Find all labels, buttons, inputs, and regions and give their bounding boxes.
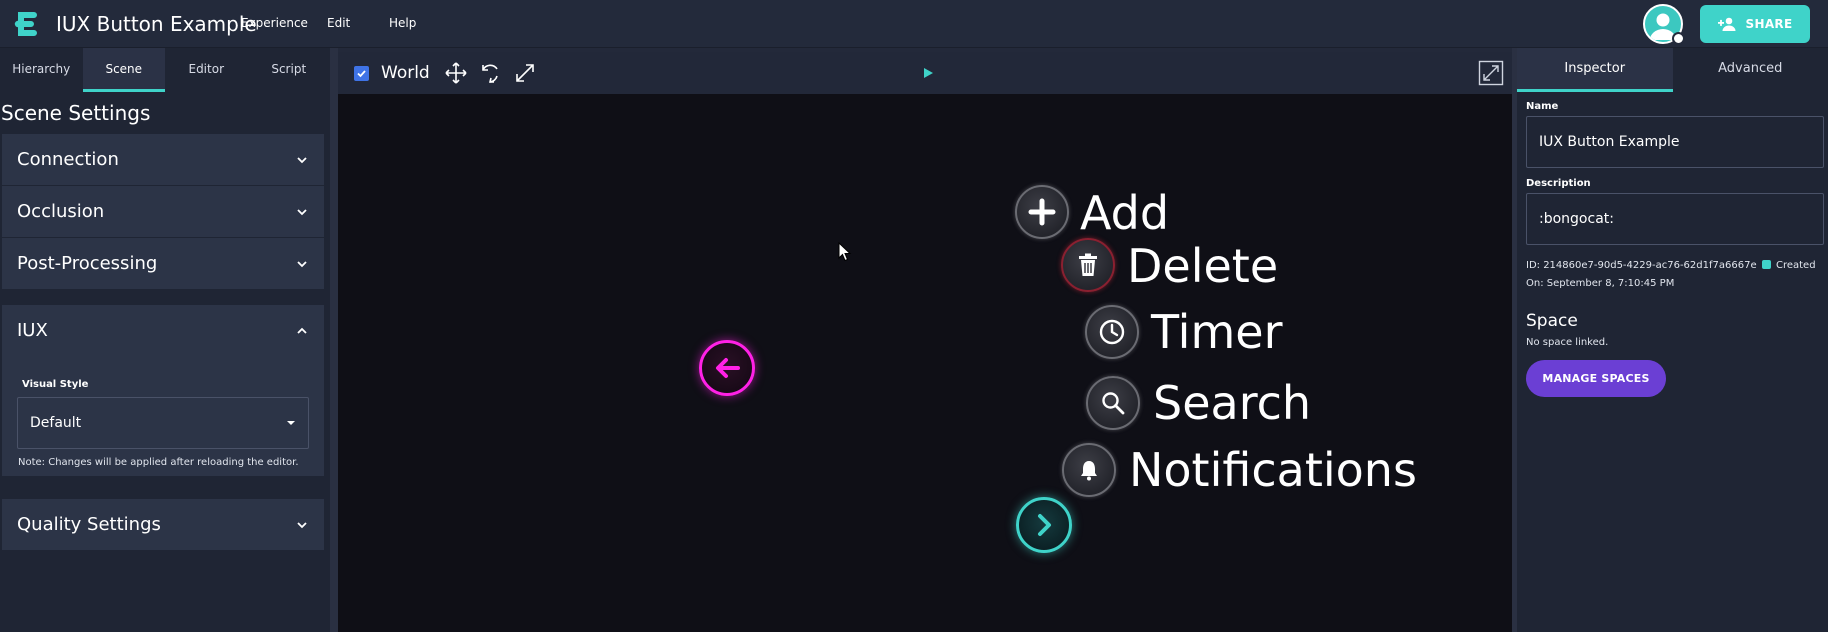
chevron-down-icon: [297, 260, 307, 267]
visual-style-select[interactable]: Default: [17, 397, 309, 449]
notifications-button[interactable]: [1062, 443, 1116, 497]
copy-icon[interactable]: [1761, 260, 1771, 269]
accordion-iux: IUX Visual Style Default Note: Changes w…: [2, 305, 324, 477]
scene-viewport[interactable]: Add Delete Timer Search Notifications: [338, 94, 1512, 632]
visual-style-note: Note: Changes will be applied after relo…: [18, 457, 299, 468]
bell-icon: [1081, 461, 1097, 481]
accordion-quality-settings-label: Quality Settings: [17, 514, 161, 535]
name-field[interactable]: IUX Button Example: [1526, 116, 1824, 168]
tab-advanced[interactable]: Advanced: [1673, 48, 1828, 92]
accordion-iux-label: IUX: [17, 320, 48, 341]
world-label: World: [381, 63, 430, 83]
add-user-icon: [1717, 17, 1736, 31]
menu-edit[interactable]: Edit: [327, 16, 350, 30]
add-label: Add: [1080, 186, 1170, 240]
notifications-label: Notifications: [1129, 443, 1417, 497]
tab-script[interactable]: Script: [248, 48, 331, 92]
visual-style-label: Visual Style: [22, 379, 89, 390]
chevron-down-icon: [297, 156, 307, 163]
checkmark-icon: [357, 70, 366, 78]
tab-hierarchy[interactable]: Hierarchy: [0, 48, 83, 92]
chevron-down-icon: [297, 521, 307, 528]
accordion-post-processing-label: Post-Processing: [17, 253, 158, 274]
space-title: Space: [1526, 311, 1578, 331]
tab-inspector[interactable]: Inspector: [1517, 48, 1673, 92]
next-button[interactable]: [1016, 497, 1072, 553]
back-button[interactable]: [699, 340, 755, 396]
timer-label: Timer: [1151, 305, 1283, 359]
accordion-connection-label: Connection: [17, 149, 119, 170]
accordion-occlusion-label: Occlusion: [17, 201, 105, 222]
delete-button[interactable]: [1061, 238, 1115, 292]
name-label: Name: [1526, 101, 1559, 112]
top-bar: IUX Button Example Experience Edit Help …: [0, 0, 1828, 48]
timer-button[interactable]: [1085, 305, 1139, 359]
app-logo-icon[interactable]: [12, 9, 40, 39]
add-button[interactable]: [1015, 185, 1069, 239]
viewport-toolbar: World: [338, 52, 1512, 94]
search-label: Search: [1153, 376, 1312, 430]
scene-settings-title: Scene Settings: [1, 101, 151, 125]
visual-style-value: Default: [30, 415, 82, 431]
right-panel: Inspector Advanced Name IUX Button Examp…: [1517, 48, 1828, 632]
left-resize-handle[interactable]: [330, 48, 338, 632]
space-note: No space linked.: [1526, 337, 1609, 348]
description-field[interactable]: :bongocat:: [1526, 193, 1824, 245]
move-icon[interactable]: [444, 61, 468, 85]
fullscreen-icon[interactable]: [1478, 60, 1504, 86]
delete-label: Delete: [1127, 239, 1279, 293]
caret-down-icon: [287, 421, 295, 425]
accordion-quality-settings[interactable]: Quality Settings: [2, 499, 324, 551]
tab-editor[interactable]: Editor: [165, 48, 248, 92]
accordion-post-processing[interactable]: Post-Processing: [2, 238, 324, 290]
app-title: IUX Button Example: [56, 12, 257, 36]
chevron-right-icon: [1038, 514, 1051, 536]
accordion-occlusion[interactable]: Occlusion: [2, 186, 324, 238]
tab-scene[interactable]: Scene: [82, 48, 165, 92]
share-button[interactable]: SHARE: [1700, 5, 1810, 43]
share-button-label: SHARE: [1745, 17, 1793, 31]
left-panel: Hierarchy Scene Editor Script Scene Sett…: [0, 48, 330, 632]
rotate-icon[interactable]: [478, 61, 502, 85]
avatar-status-badge: [1672, 32, 1685, 45]
chevron-up-icon: [297, 327, 307, 334]
mouse-cursor-icon: [838, 242, 852, 262]
right-tabs: Inspector Advanced: [1517, 48, 1828, 92]
accordion-connection[interactable]: Connection: [2, 134, 324, 186]
world-checkbox[interactable]: [354, 66, 369, 81]
accordion-iux-header[interactable]: IUX: [2, 305, 324, 356]
description-label: Description: [1526, 178, 1591, 189]
experience-id: ID: 214860e7-90d5-4229-ac76-62d1f7a6667e: [1526, 260, 1757, 271]
search-icon: [1102, 392, 1125, 415]
manage-spaces-button[interactable]: MANAGE SPACES: [1526, 360, 1666, 397]
clock-icon: [1099, 319, 1125, 345]
play-icon[interactable]: [922, 67, 934, 79]
search-button[interactable]: [1086, 376, 1140, 430]
experience-meta: ID: 214860e7-90d5-4229-ac76-62d1f7a6667e…: [1526, 257, 1826, 293]
arrow-left-icon: [716, 358, 740, 378]
plus-icon: [1028, 198, 1056, 226]
trash-icon: [1079, 253, 1097, 276]
left-tabs: Hierarchy Scene Editor Script: [0, 48, 330, 92]
chevron-down-icon: [297, 208, 307, 215]
menu-experience[interactable]: Experience: [241, 16, 308, 30]
scale-icon[interactable]: [513, 61, 537, 85]
menu-help[interactable]: Help: [389, 16, 416, 30]
